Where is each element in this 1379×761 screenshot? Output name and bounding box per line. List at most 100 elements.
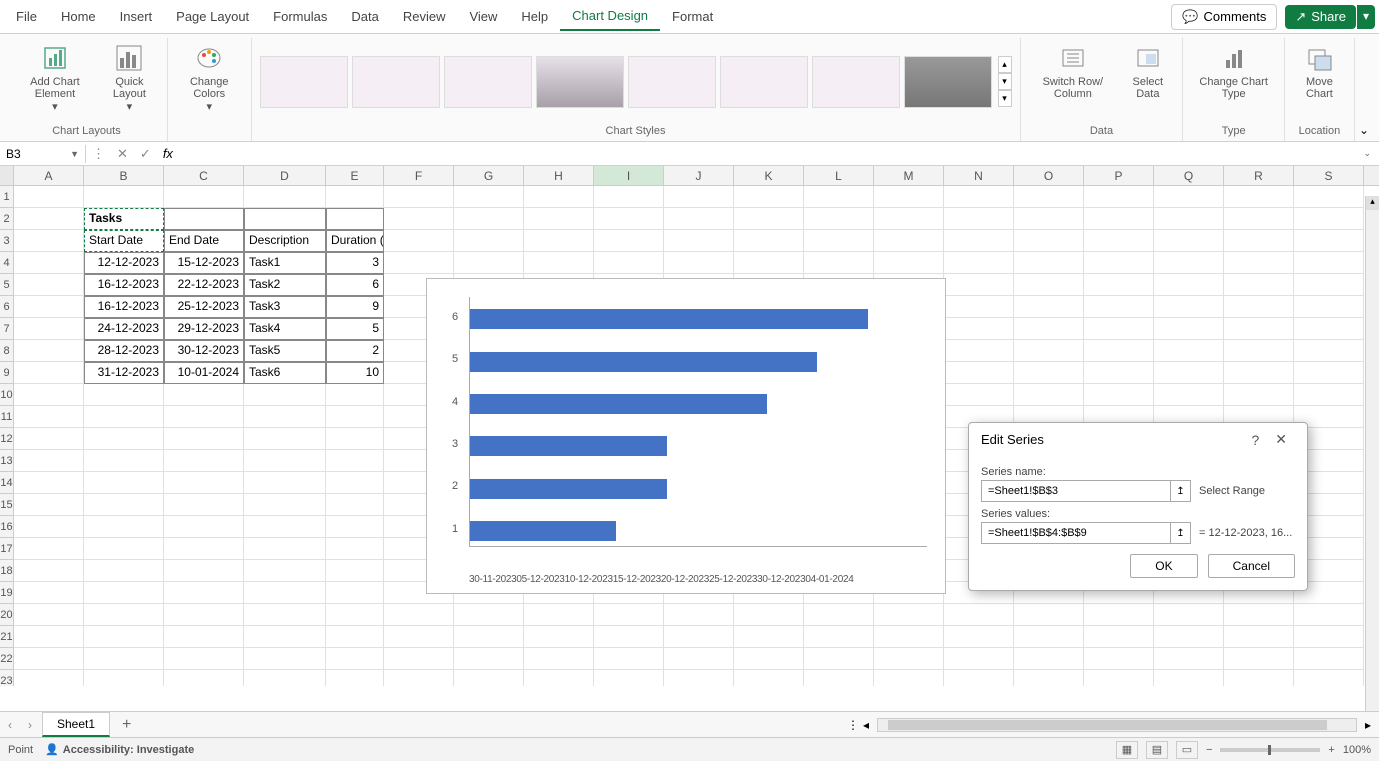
cell[interactable] [384,230,454,252]
cell[interactable] [1084,230,1154,252]
cell[interactable] [1014,626,1084,648]
cell[interactable] [244,428,326,450]
cell[interactable]: 29-12-2023 [164,318,244,340]
cell[interactable] [734,186,804,208]
cell[interactable] [944,296,1014,318]
col-header-D[interactable]: D [244,166,326,185]
cell[interactable] [594,670,664,686]
row-header-15[interactable]: 15 [0,494,14,516]
cell[interactable] [1294,230,1364,252]
cell[interactable] [1224,186,1294,208]
row-header-18[interactable]: 18 [0,560,14,582]
hscroll-left-icon[interactable]: ◂ [863,718,869,732]
cell[interactable]: Start Date [84,230,164,252]
cell[interactable] [874,648,944,670]
cell[interactable] [84,406,164,428]
share-dropdown[interactable]: ▾ [1357,5,1375,29]
cell[interactable] [164,560,244,582]
cell[interactable] [326,582,384,604]
cell[interactable] [1014,296,1084,318]
cell[interactable] [944,230,1014,252]
cell[interactable] [84,384,164,406]
cell[interactable] [84,450,164,472]
cell[interactable] [164,406,244,428]
cell[interactable]: 22-12-2023 [164,274,244,296]
cell[interactable] [326,626,384,648]
row-header-10[interactable]: 10 [0,384,14,406]
cell[interactable]: 16-12-2023 [84,296,164,318]
cell[interactable] [384,186,454,208]
cell[interactable] [1154,274,1224,296]
cell[interactable] [524,604,594,626]
cell[interactable] [944,648,1014,670]
cell[interactable] [1294,318,1364,340]
accessibility-status[interactable]: 👤 Accessibility: Investigate [45,743,194,756]
cell[interactable] [454,186,524,208]
chart-bar-2[interactable] [470,479,667,499]
col-header-E[interactable]: E [326,166,384,185]
tab-insert[interactable]: Insert [108,3,165,30]
col-header-H[interactable]: H [524,166,594,185]
cell[interactable] [1084,208,1154,230]
cell[interactable] [1154,296,1224,318]
cell[interactable] [524,626,594,648]
change-colors-button[interactable]: Change Colors ▾ [176,40,243,115]
row-header-2[interactable]: 2 [0,208,14,230]
cell[interactable] [1294,384,1364,406]
cell[interactable] [84,186,164,208]
cell[interactable] [14,648,84,670]
hscroll-right-icon[interactable]: ▸ [1365,718,1371,732]
cell[interactable] [84,516,164,538]
row-header-14[interactable]: 14 [0,472,14,494]
cell[interactable] [164,538,244,560]
zoom-in-icon[interactable]: + [1328,744,1334,756]
col-header-S[interactable]: S [1294,166,1364,185]
cell[interactable] [454,626,524,648]
cell[interactable] [594,230,664,252]
row-header-12[interactable]: 12 [0,428,14,450]
cell[interactable] [164,428,244,450]
select-data-button[interactable]: Select Data [1121,40,1174,102]
cell[interactable] [384,252,454,274]
cell[interactable] [14,406,84,428]
move-chart-button[interactable]: Move Chart [1293,40,1346,102]
col-header-J[interactable]: J [664,166,734,185]
col-header-R[interactable]: R [1224,166,1294,185]
cell[interactable] [664,626,734,648]
cell[interactable] [1224,604,1294,626]
cell[interactable] [874,670,944,686]
cell[interactable] [384,670,454,686]
series-values-collapse-icon[interactable]: ↥ [1170,523,1190,543]
row-header-5[interactable]: 5 [0,274,14,296]
row-header-4[interactable]: 4 [0,252,14,274]
cell[interactable] [594,626,664,648]
chart-object[interactable]: 6 5 4 3 2 1 30-11-202305-12-202310-12-20… [426,278,946,594]
row-header-8[interactable]: 8 [0,340,14,362]
cell[interactable] [804,648,874,670]
cell[interactable] [944,340,1014,362]
cell[interactable] [1294,274,1364,296]
cell[interactable] [84,472,164,494]
cell[interactable] [1154,230,1224,252]
cell[interactable]: End Date [164,230,244,252]
tab-help[interactable]: Help [509,3,560,30]
cell[interactable] [384,604,454,626]
cell[interactable] [1224,362,1294,384]
cell[interactable] [944,670,1014,686]
cell[interactable] [1154,384,1224,406]
cell[interactable] [326,604,384,626]
cell[interactable] [1084,296,1154,318]
cell[interactable]: Task1 [244,252,326,274]
cell[interactable] [14,252,84,274]
tab-view[interactable]: View [457,3,509,30]
cell[interactable] [164,384,244,406]
cell[interactable] [14,318,84,340]
add-sheet-icon[interactable]: + [112,716,141,734]
row-header-13[interactable]: 13 [0,450,14,472]
cell[interactable] [84,428,164,450]
select-all-corner[interactable] [0,166,14,185]
add-chart-element-button[interactable]: Add Chart Element ▾ [14,40,96,115]
cell[interactable] [84,670,164,686]
cell[interactable] [244,450,326,472]
row-header-7[interactable]: 7 [0,318,14,340]
